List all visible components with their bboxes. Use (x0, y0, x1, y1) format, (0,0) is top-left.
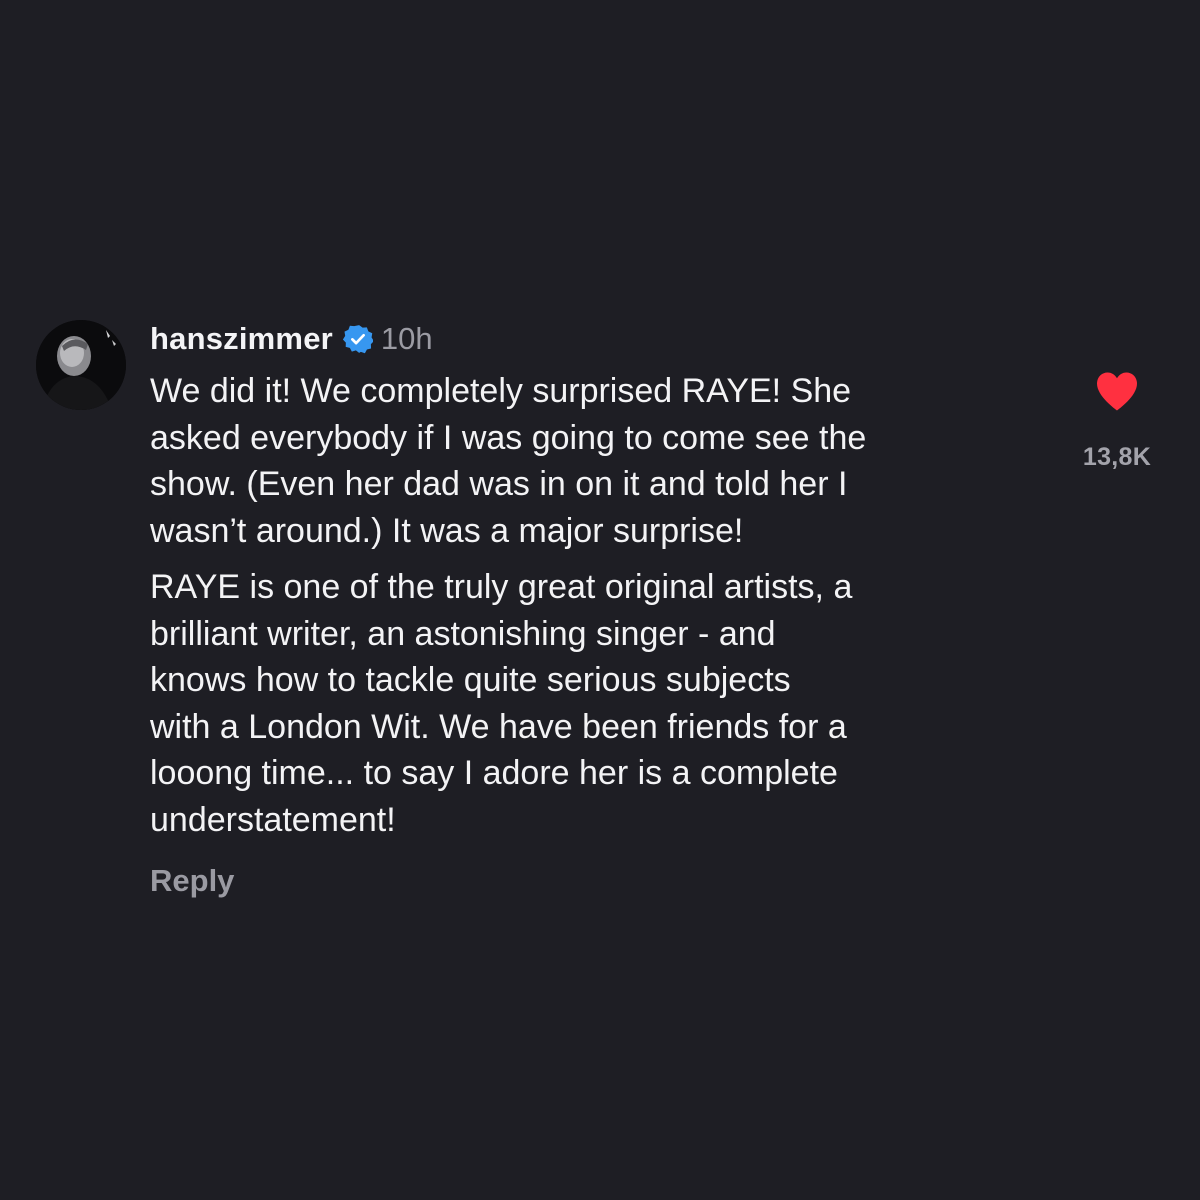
comment-line: RAYE is one of the truly great original … (150, 568, 853, 606)
reply-button[interactable]: Reply (150, 863, 234, 899)
comment-line: wasn’t around.) It was a major surprise! (150, 511, 744, 550)
like-count: 13,8K (1082, 443, 1152, 471)
verified-badge-icon (342, 324, 373, 354)
comment-paragraph-2: RAYE is one of the truly great original … (150, 564, 1050, 843)
username[interactable]: hanszimmer (150, 321, 333, 357)
like-section: 13,8K (1062, 370, 1172, 472)
comment-line: asked everybody if I was going to come s… (150, 418, 867, 457)
avatar[interactable] (36, 320, 126, 410)
timestamp: 10h (380, 321, 433, 356)
comment-header: hanszimmer 10h (150, 310, 1050, 368)
heart-filled-icon[interactable] (1094, 370, 1140, 412)
comment-line: knows how to tackle quite serious subjec… (150, 661, 791, 699)
comment: hanszimmer 10h We did it! We completely … (32, 310, 1182, 930)
comment-body: hanszimmer 10h We did it! We completely … (150, 310, 1050, 899)
comment-line: understatement! (150, 800, 396, 839)
comment-line: We did it! We completely surprised RAYE!… (150, 372, 852, 410)
comment-line: show. (Even her dad was in on it and tol… (150, 465, 848, 503)
comment-line: with a London Wit. We have been friends … (150, 707, 847, 746)
comment-paragraph-1: We did it! We completely surprised RAYE!… (150, 368, 1050, 554)
comment-line: brilliant writer, an astonishing singer … (150, 614, 776, 653)
avatar-image (36, 320, 126, 410)
comment-line: looong time... to say I adore her is a c… (150, 754, 838, 792)
